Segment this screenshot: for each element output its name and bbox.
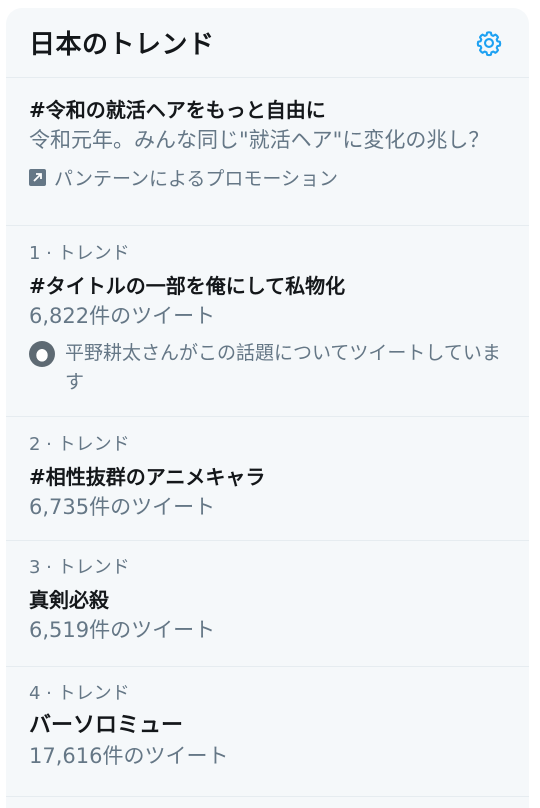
settings-button[interactable] [473,27,505,59]
promoted-by-text: パンテーンによるプロモーション [54,168,339,190]
trend-rank: 3 · トレンド [29,557,130,578]
trend-context: 平野耕太さんがこの話題についてツイートしています [29,339,505,397]
trend-name: #タイトルの一部を俺にして私物化 [29,274,346,298]
tweet-count: 6,519件のツイート [29,618,216,642]
trend-context-text: 平野耕太さんがこの話題についてツイートしています [65,342,501,393]
tweet-count: 17,616件のツイート [29,744,229,768]
trends-panel: 日本のトレンド #令和の就活ヘアをもっと自由に 令和元年。みんな同じ"就活ヘア"… [6,8,529,808]
promoted-by-line: パンテーンによるプロモーション [29,164,505,191]
promoted-trend[interactable]: #令和の就活ヘアをもっと自由に 令和元年。みんな同じ"就活ヘア"に変化の兆し？ … [6,78,529,226]
promoted-trend-name: #令和の就活ヘアをもっと自由に [29,98,326,122]
trend-item-3[interactable]: 3 · トレンド 真剣必殺 6,519件のツイート [6,541,529,667]
trend-item-4[interactable]: 4 · トレンド バーソロミュー 17,616件のツイート [6,667,529,797]
trend-name: バーソロミュー [29,713,184,738]
trend-rank: 1 · トレンド [29,243,130,264]
promoted-arrow-icon [29,169,46,186]
trends-title: 日本のトレンド [29,30,215,60]
trend-rank: 2 · トレンド [29,434,130,455]
tweet-count: 6,735件のツイート [29,495,216,519]
trend-name: 真剣必殺 [29,588,109,612]
trend-name: #相性抜群のアニメキャラ [29,465,266,489]
gear-icon [476,30,502,56]
tweet-count: 6,822件のツイート [29,304,216,328]
trend-item-1[interactable]: 1 · トレンド #タイトルの一部を俺にして私物化 6,822件のツイート 平野… [6,226,529,417]
trends-header: 日本のトレンド [6,8,529,78]
promoted-trend-description: 令和元年。みんな同じ"就活ヘア"に変化の兆し？ [29,128,490,152]
trend-item-2[interactable]: 2 · トレンド #相性抜群のアニメキャラ 6,735件のツイート [6,417,529,541]
trend-rank: 4 · トレンド [29,683,130,704]
avatar [29,341,55,367]
